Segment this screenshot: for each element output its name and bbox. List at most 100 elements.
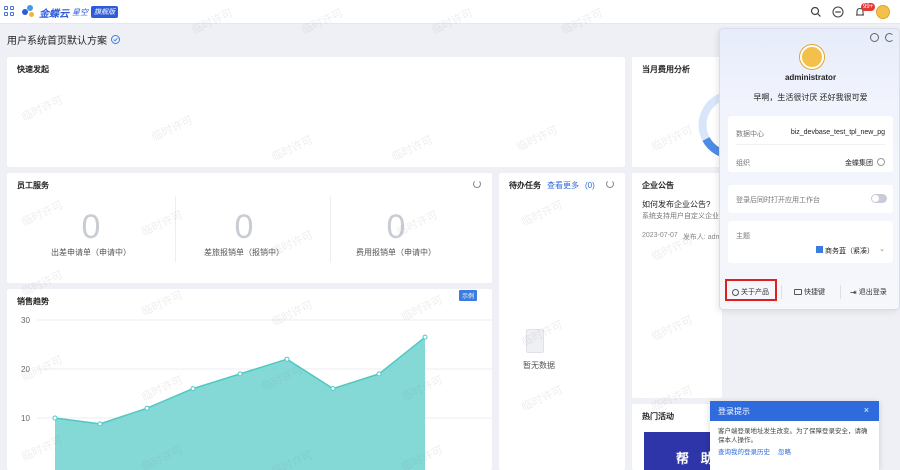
theme-color-swatch	[816, 246, 823, 253]
logout-label: 退出登录	[858, 289, 887, 296]
login-hint-body: 客户端登录地址发生改变。为了保障登录安全，请确保本人操作。 查询我的登录历史 忽…	[710, 421, 879, 463]
y-tick-label: 10	[21, 414, 30, 423]
org-switch-icon[interactable]	[877, 158, 885, 166]
stat-value: 0	[234, 208, 254, 246]
employee-service-title: 员工服务	[17, 181, 49, 190]
theme-value: 商务蓝（紧凑）	[825, 248, 874, 255]
y-tick-label: 30	[21, 316, 30, 325]
data-point[interactable]	[190, 386, 196, 392]
data-point[interactable]	[97, 421, 103, 427]
logout-button[interactable]: ⇥ 退出登录	[850, 287, 887, 297]
data-point[interactable]	[376, 371, 382, 377]
login-hint-text: 客户端登录地址发生改变。为了保障登录安全，请确保本人操作。	[718, 428, 868, 444]
data-point[interactable]	[330, 386, 336, 392]
data-point[interactable]	[237, 371, 243, 377]
ignore-link[interactable]: 忽略	[778, 448, 791, 457]
shortcut-label: 快捷键	[804, 289, 825, 296]
data-point[interactable]	[52, 415, 58, 421]
quick-start-card: 快速发起	[7, 57, 625, 167]
page-title-text: 用户系统首页默认方案	[7, 36, 107, 47]
stat-value: 0	[81, 208, 101, 246]
sales-trend-card: 销售趋势 示例 30 20 10	[7, 289, 492, 470]
datacenter-value: biz_devbase_test_tpl_new_pg	[790, 129, 885, 136]
keyboard-icon	[794, 289, 802, 295]
edition-badge: 旗舰版	[91, 6, 118, 18]
stat-label: 出差申请单（申请中）	[51, 248, 131, 257]
button-divider	[781, 285, 782, 299]
startup-row: 登录后同时打开应用工作台	[728, 185, 893, 213]
settings-icon[interactable]	[870, 33, 879, 42]
announcement-summary: 系统支持用户自定义企业公告	[642, 213, 722, 220]
logo-mark-icon	[22, 5, 36, 19]
brand-name: 金蝶云	[39, 8, 69, 20]
events-title: 热门活动	[642, 412, 674, 421]
empty-state-label: 暂无数据	[523, 361, 555, 370]
announcement-card: 企业公告 如何发布企业公告? 系统支持用户自定义企业公告 2023-07-07 …	[632, 173, 722, 398]
monthly-cost-card: 当月费用分析	[632, 57, 734, 167]
search-icon[interactable]	[810, 6, 822, 18]
profile-panel: administrator 早啊，生活很讨厌 还好我很可爱 数据中心 biz_d…	[719, 28, 900, 310]
y-tick-label: 20	[21, 365, 30, 374]
org-value[interactable]: 金蝶集团	[845, 158, 873, 168]
notification-bell-icon[interactable]: 99+	[854, 3, 876, 18]
stat-travel-reimbursement[interactable]: 0 差旅报销单（报销中）	[160, 209, 328, 258]
about-product-label: 关于产品	[741, 289, 769, 296]
theme-label: 主题	[736, 233, 750, 240]
chevron-down-icon[interactable]: ⌄	[879, 245, 885, 253]
profile-greeting: 早啊，生活很讨厌 还好我很可爱	[753, 93, 868, 102]
data-point[interactable]	[284, 356, 290, 362]
logout-icon: ⇥	[850, 287, 857, 297]
row-divider	[736, 144, 885, 145]
login-hint-popup: 登录提示 × 客户端登录地址发生改变。为了保障登录安全，请确保本人操作。 查询我…	[710, 401, 879, 470]
top-bar: 金蝶云 星空 旗舰版 99+	[0, 0, 900, 24]
about-product-button[interactable]: 关于产品	[732, 287, 769, 297]
todo-card: 待办任务 查看更多 (0) 暂无数据	[499, 173, 625, 470]
org-label: 组织	[736, 160, 750, 167]
login-hint-header: 登录提示 ×	[710, 401, 879, 421]
sales-trend-chart: 30 20 10	[21, 316, 492, 470]
datacenter-row[interactable]: 数据中心 biz_devbase_test_tpl_new_pg 组织 金蝶集团	[728, 116, 893, 172]
events-card: 热门活动 帮 助	[632, 404, 722, 470]
close-icon[interactable]: ×	[864, 405, 869, 415]
shortcut-button[interactable]: 快捷键	[794, 287, 825, 297]
button-divider	[840, 285, 841, 299]
quick-start-title: 快速发起	[17, 65, 49, 74]
edit-scheme-icon[interactable]	[111, 35, 120, 44]
todo-more-link[interactable]: 查看更多	[547, 180, 579, 191]
login-hint-title: 登录提示	[718, 407, 750, 416]
minus-circle-icon[interactable]	[832, 6, 844, 18]
theme-icon[interactable]	[885, 33, 894, 42]
stat-expense-reimbursement[interactable]: 0 费用报销单（申请中）	[312, 209, 480, 258]
info-icon	[732, 288, 739, 296]
todo-count: (0)	[585, 181, 595, 190]
stat-label: 差旅报销单（报销中）	[204, 248, 284, 257]
monthly-cost-title: 当月费用分析	[642, 65, 690, 74]
user-avatar[interactable]	[876, 5, 890, 19]
refresh-icon[interactable]	[606, 180, 614, 188]
data-point[interactable]	[422, 334, 428, 340]
notification-count-badge: 99+	[861, 3, 876, 11]
stat-travel-request[interactable]: 0 出差申请单（申请中）	[7, 209, 175, 258]
datacenter-label: 数据中心	[736, 131, 764, 138]
brand-logo[interactable]: 金蝶云 星空 旗舰版	[22, 4, 118, 20]
top-icons: 99+	[810, 3, 890, 21]
announcement-headline[interactable]: 如何发布企业公告?	[642, 199, 710, 210]
login-history-link[interactable]: 查询我的登录历史	[718, 448, 770, 457]
page-title[interactable]: 用户系统首页默认方案	[7, 32, 120, 47]
todo-title: 待办任务	[509, 181, 541, 190]
data-point[interactable]	[144, 405, 150, 411]
app-grid-icon[interactable]	[4, 6, 14, 16]
announcement-title: 企业公告	[642, 181, 674, 190]
brand-sub: 星空	[72, 7, 88, 17]
profile-username: administrator	[784, 73, 837, 82]
refresh-icon[interactable]	[473, 180, 481, 188]
announcement-date: 2023-07-07	[642, 232, 678, 239]
stat-label: 费用报销单（申请中）	[356, 248, 436, 257]
profile-avatar[interactable]	[800, 45, 824, 69]
theme-row[interactable]: 主题 商务蓝（紧凑） ⌄	[728, 221, 893, 263]
announcement-meta: 2023-07-07 发布人: adm	[642, 232, 721, 242]
empty-state-icon	[526, 329, 544, 353]
series-area	[55, 337, 425, 470]
stat-value: 0	[386, 208, 406, 246]
startup-toggle[interactable]	[871, 194, 887, 203]
